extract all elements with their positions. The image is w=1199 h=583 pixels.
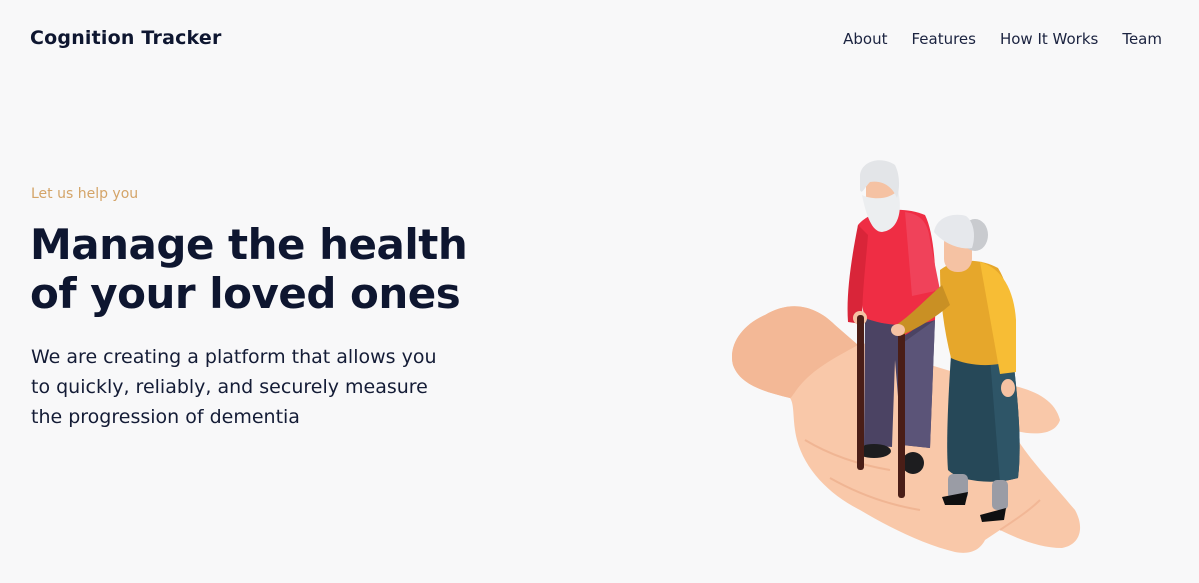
hero-eyebrow: Let us help you [31,186,139,202]
hero-headline-line-1: Manage the health [30,220,468,269]
brand-logo[interactable]: Cognition Tracker [30,27,222,49]
hero-description-line-2: to quickly, reliably, and securely measu… [31,376,428,398]
hero-illustration [731,160,1081,553]
nav-link-features[interactable]: Features [911,30,976,48]
nav-link-how-it-works[interactable]: How It Works [1000,30,1098,48]
nav-link-about[interactable]: About [843,30,887,48]
hero-headline-line-2: of your loved ones [30,269,461,318]
hero-description-line-1: We are creating a platform that allows y… [31,346,437,368]
nav-link-team[interactable]: Team [1122,30,1162,48]
hero-headline: Manage the health of your loved ones [30,220,550,318]
hero-description: We are creating a platform that allows y… [31,342,491,432]
main-nav: About Features How It Works Team [843,30,1162,48]
hero-description-line-3: the progression of dementia [31,406,300,428]
